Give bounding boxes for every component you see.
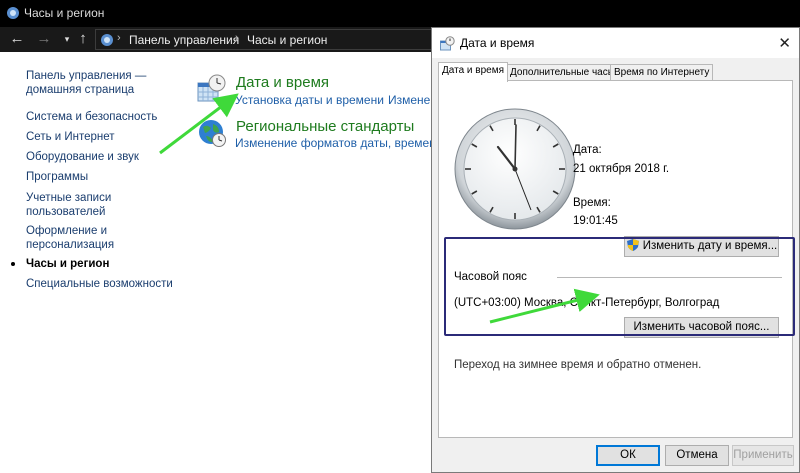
analog-clock (454, 108, 576, 230)
control-panel-icon (101, 34, 113, 46)
sidebar-item-appearance[interactable]: Оформление и персонализация (26, 224, 114, 252)
back-arrow-icon[interactable]: ← (8, 30, 26, 48)
link-set-datetime[interactable]: Установка даты и времени (235, 93, 384, 107)
ok-button[interactable]: ОК (596, 445, 660, 466)
dialog-title: Дата и время (460, 36, 535, 50)
time-value: 19:01:45 (573, 215, 618, 227)
apply-button[interactable]: Применить (732, 445, 794, 466)
sidebar-item-network[interactable]: Сеть и Интернет (26, 130, 115, 144)
sidebar-home-link[interactable]: Панель управления — домашняя страница (26, 69, 146, 97)
breadcrumb-item[interactable]: Часы и регион (247, 33, 327, 47)
sidebar-item-accessibility[interactable]: Специальные возможности (26, 277, 173, 291)
tab-internet-time[interactable]: Время по Интернету (610, 64, 714, 81)
tab-additional-clocks[interactable]: Дополнительные часы (506, 64, 619, 81)
time-label: Время: (573, 197, 611, 209)
tab-datetime[interactable]: Дата и время (438, 62, 509, 82)
timezone-highlight-box (444, 237, 795, 336)
up-arrow-icon[interactable]: ↑ (74, 30, 92, 48)
close-icon[interactable]: ✕ (778, 34, 791, 52)
dst-note: Переход на зимнее время и обратно отмене… (454, 359, 702, 371)
breadcrumb-separator-icon: › (235, 32, 239, 44)
cancel-button[interactable]: Отмена (665, 445, 729, 466)
sidebar-item-accounts[interactable]: Учетные записи пользователей (26, 191, 111, 219)
date-value: 21 октября 2018 г. (573, 163, 670, 175)
category-title-datetime[interactable]: Дата и время (236, 74, 329, 91)
current-item-bullet (11, 262, 15, 266)
window-title: Часы и регион (24, 6, 105, 20)
dialog-titlebar: Дата и время ✕ (432, 28, 799, 58)
calendar-clock-icon (440, 36, 455, 51)
sidebar-item-clock-region[interactable]: Часы и регион (26, 257, 109, 271)
globe-clock-icon (199, 120, 226, 147)
link-change-timezone-truncated[interactable]: Изменен (388, 93, 437, 107)
sidebar-item-programs[interactable]: Программы (26, 170, 88, 184)
sidebar-item-hardware[interactable]: Оборудование и звук (26, 150, 139, 164)
breadcrumb-item[interactable]: Панель управления (129, 33, 239, 47)
calendar-clock-icon (197, 74, 226, 102)
sidebar-item-security[interactable]: Система и безопасность (26, 110, 157, 124)
forward-arrow-icon[interactable]: → (35, 30, 53, 48)
window-titlebar: Часы и регион (0, 0, 800, 27)
breadcrumb-separator-icon: › (117, 32, 121, 44)
date-label: Дата: (573, 144, 602, 156)
control-panel-icon (7, 7, 19, 19)
link-change-formats[interactable]: Изменение форматов даты, времени и (235, 136, 453, 150)
category-title-regional[interactable]: Региональные стандарты (236, 118, 414, 135)
